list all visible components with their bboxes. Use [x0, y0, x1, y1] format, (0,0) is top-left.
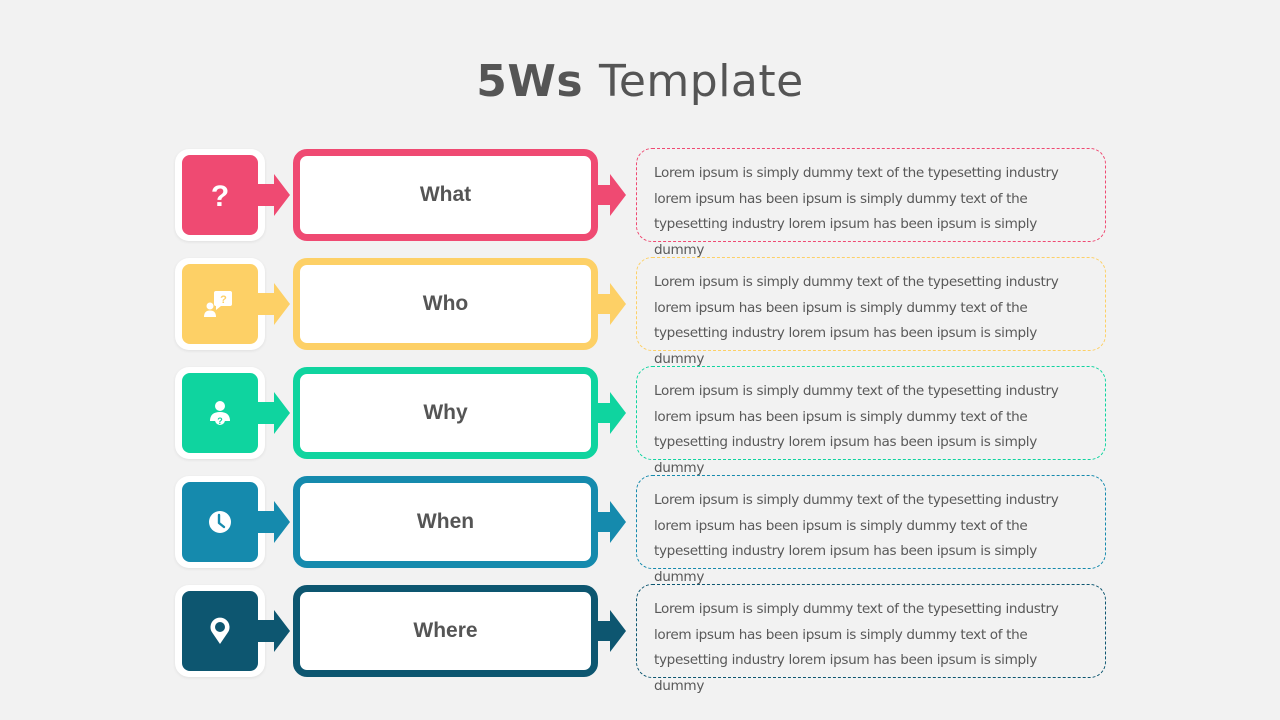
title-light: Template: [598, 56, 804, 107]
description-box: Lorem ipsum is simply dummy text of the …: [636, 148, 1106, 258]
question-mark-icon: ?: [211, 180, 229, 210]
svg-text:?: ?: [211, 180, 229, 210]
arrow-right-icon: [596, 392, 626, 434]
arrow-right-icon: [596, 610, 626, 652]
arrow-right-icon: [256, 392, 290, 434]
arrow-right-icon: [256, 610, 290, 652]
description-box: Lorem ipsum is simply dummy text of the …: [636, 366, 1106, 476]
arrow-right-icon: [596, 283, 626, 325]
label-box-who: Who: [293, 258, 598, 350]
arrow-right-icon: [256, 174, 290, 216]
icon-tile: ?: [182, 373, 258, 453]
icon-tile: ?: [182, 264, 258, 344]
svg-text:?: ?: [217, 416, 223, 426]
person-question-bubble-icon: ?: [204, 291, 232, 317]
arrow-right-icon: [596, 501, 626, 543]
person-question-icon: ?: [210, 401, 230, 426]
location-pin-icon: [210, 617, 230, 644]
icon-tile: ?: [182, 155, 258, 235]
row-what: ? What Lorem ipsum is simply dummy text …: [0, 147, 1280, 258]
icon-tile: [182, 591, 258, 671]
description-box: Lorem ipsum is simply dummy text of the …: [636, 475, 1106, 585]
row-where: Where Lorem ipsum is simply dummy text o…: [0, 583, 1280, 694]
page-title: 5Ws Template: [0, 56, 1280, 107]
label-box-what: What: [293, 149, 598, 241]
clock-icon: [209, 511, 231, 533]
svg-text:?: ?: [220, 294, 227, 306]
row-why: ? Why Lorem ipsum is simply dummy text o…: [0, 365, 1280, 476]
row-when: When Lorem ipsum is simply dummy text of…: [0, 474, 1280, 585]
description-box: Lorem ipsum is simply dummy text of the …: [636, 257, 1106, 367]
arrow-right-icon: [256, 283, 290, 325]
title-bold: 5Ws: [476, 56, 584, 107]
label-box-why: Why: [293, 367, 598, 459]
description-box: Lorem ipsum is simply dummy text of the …: [636, 584, 1106, 694]
arrow-right-icon: [256, 501, 290, 543]
icon-tile: [182, 482, 258, 562]
label-box-when: When: [293, 476, 598, 568]
arrow-right-icon: [596, 174, 626, 216]
row-who: ? Who Lorem ipsum is simply dummy text o…: [0, 256, 1280, 367]
label-box-where: Where: [293, 585, 598, 677]
